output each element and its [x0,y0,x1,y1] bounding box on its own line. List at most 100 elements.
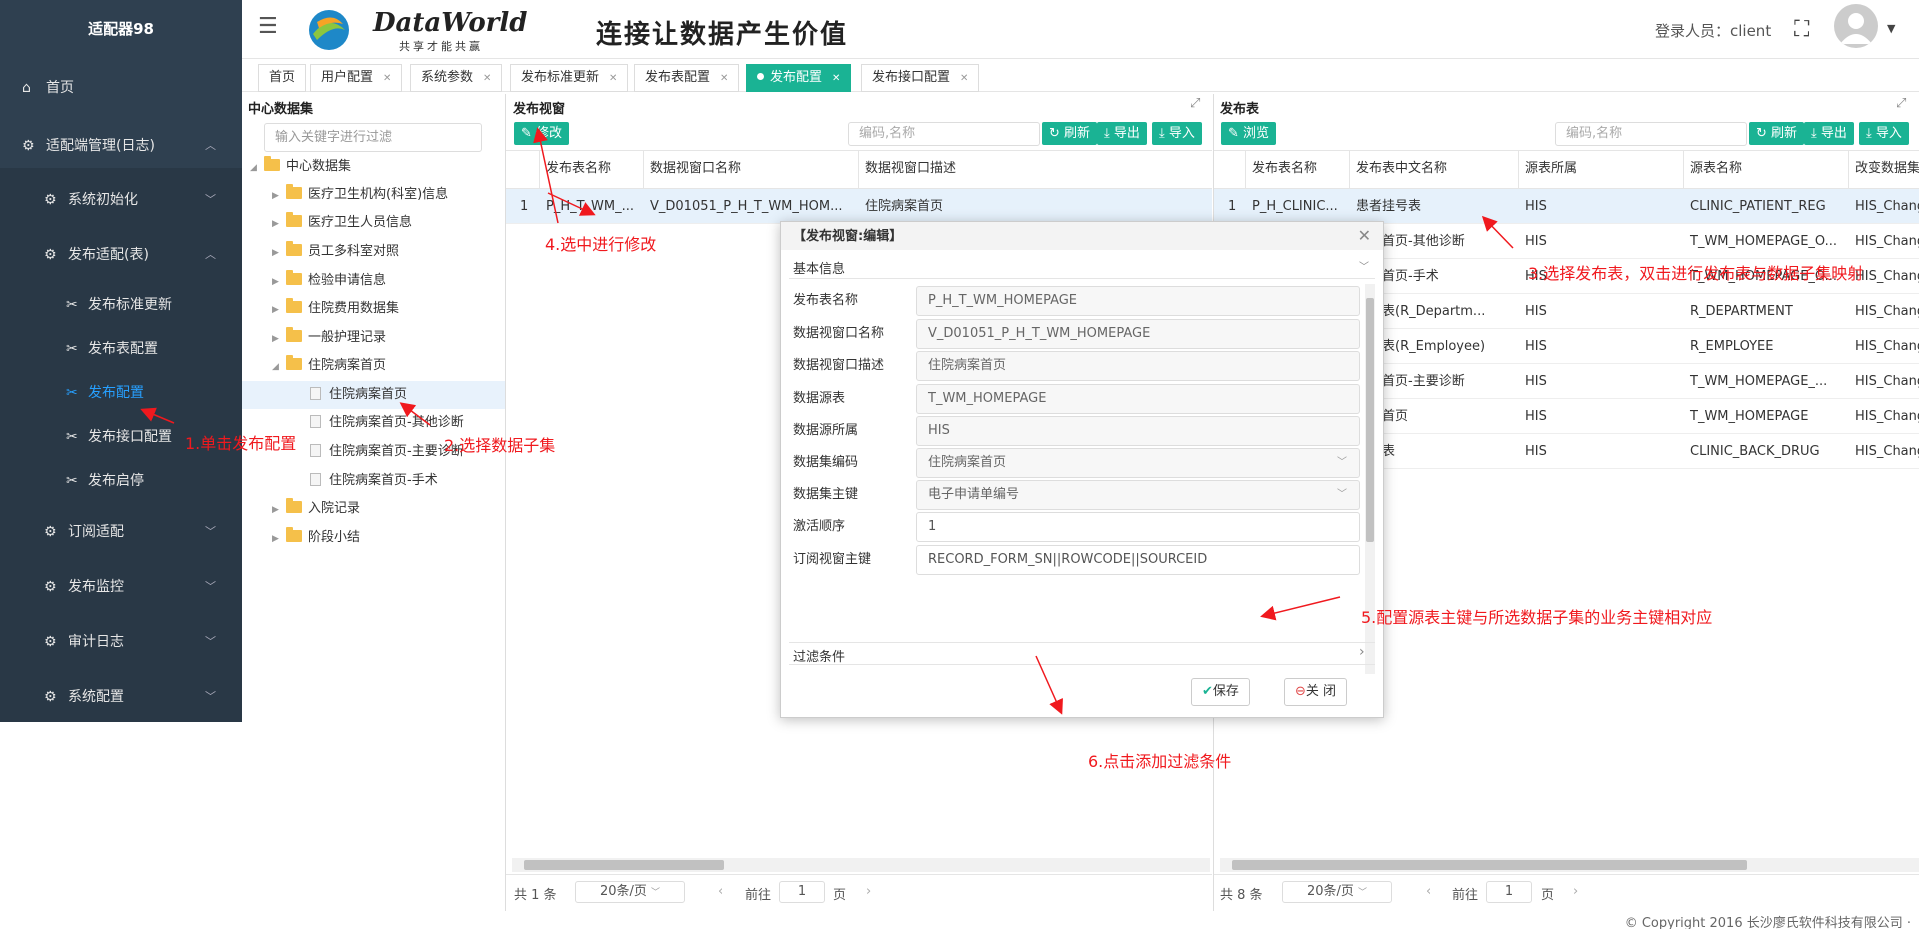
close-icon[interactable]: ✕ [832,73,840,84]
sidebar-item-init[interactable]: ⚙ 系统初始化 ﹀ [0,178,242,222]
tree-leaf[interactable]: 住院病案首页-手术 [310,467,438,495]
col-header[interactable]: 源表所属 [1519,150,1684,188]
menu-toggle-icon[interactable]: ☰ [258,14,278,39]
sidebar-item-publish-adapter[interactable]: ⚙ 发布适配(表) ︿ [0,233,242,277]
sidebar-item-subscribe[interactable]: ⚙ 订阅适配 ﹀ [0,510,242,554]
tab-sys-params[interactable]: 系统参数 ✕ [410,64,503,92]
tree-node[interactable]: ▶ 检验申请信息 [272,267,386,295]
tree-node[interactable]: ▶ 员工多科室对照 [272,238,399,266]
field-input[interactable]: V_D01051_P_H_T_WM_HOMEPAGE [916,319,1360,349]
page-unit: 页 [1541,888,1555,903]
sidebar-leaf-standard-update[interactable]: ✂ 发布标准更新 [0,285,242,325]
chevron-down-icon[interactable]: ﹀ [1359,258,1369,273]
section-basic[interactable]: 基本信息 [793,258,845,277]
tab-publish-config[interactable]: 发布配置 ✕ [746,64,852,92]
logo-subtitle: 共享才能共赢 [399,40,483,53]
chevron-right-icon[interactable]: › [1359,644,1365,660]
row-index: 1 [520,199,529,214]
close-icon[interactable]: ✕ [609,73,617,84]
tree-node[interactable]: ▶ 医疗卫生机构(科室)信息 [272,181,448,209]
sidebar-item-sysconfig[interactable]: ⚙ 系统配置 ﹀ [0,675,242,719]
sidebar-item-home[interactable]: ⌂ 首页 [0,66,242,110]
col-header[interactable]: 数据视窗口名称 [644,150,859,188]
section-filter[interactable]: 过滤条件 [793,646,845,665]
field-value: P_H_T_WM_HOMEPAGE [928,293,1078,308]
horizontal-scrollbar[interactable] [512,858,1210,872]
sidebar-group-adapter-mgmt[interactable]: ⚙ 适配端管理(日志) ︿ [0,124,242,168]
sidebar-item-audit[interactable]: ⚙ 审计日志 ﹀ [0,620,242,664]
tree-node[interactable]: ▶ 住院费用数据集 [272,295,399,323]
expand-icon[interactable]: ⤢ [1190,96,1200,111]
tree-leaf[interactable]: 住院病案首页-其他诊断 [310,409,464,437]
table-search-input[interactable]: 编码,名称 [1555,122,1747,146]
avatar[interactable] [1834,4,1878,48]
tree-node[interactable]: ▶ 阶段小结 [272,524,360,552]
export-button[interactable]: ⤓ 导出 [1804,122,1854,145]
close-icon[interactable]: ✕ [483,73,491,84]
field-input[interactable]: 住院病案首页 [916,351,1360,381]
col-header[interactable]: 源表名称 [1684,150,1849,188]
tree-filter-input[interactable]: 输入关键字进行过滤 [264,123,482,152]
tab-user-config[interactable]: 用户配置 ✕ [310,64,403,92]
tools-icon: ✂ [66,297,78,313]
field-select[interactable]: 电子申请单编号 ﹀ [916,480,1360,510]
prev-page-icon[interactable]: ‹ [1426,884,1431,899]
page-size-select[interactable]: 20条/页 ﹀ [1282,881,1392,903]
sidebar-item-monitor[interactable]: ⚙ 发布监控 ﹀ [0,565,242,609]
sidebar-leaf-start-stop[interactable]: ✂ 发布启停 [0,461,242,501]
folder-icon [286,241,302,256]
tree-node[interactable]: ▶ 医疗卫生人员信息 [272,209,412,237]
tab-interface-config[interactable]: 发布接口配置 ✕ [861,64,980,92]
field-input[interactable]: T_WM_HOMEPAGE [916,384,1360,414]
goto-label: 前往 [745,888,772,903]
tab-standard-update[interactable]: 发布标准更新 ✕ [510,64,629,92]
field-input[interactable]: P_H_T_WM_HOMEPAGE [916,286,1360,316]
close-button[interactable]: ⊖关 闭 [1284,678,1348,706]
browse-button[interactable]: ✎ 浏览 [1221,122,1277,145]
field-input[interactable]: RECORD_FORM_SN||ROWCODE||SOURCEID [916,545,1360,575]
expand-icon[interactable]: ⤢ [1896,96,1906,111]
col-header[interactable]: 改变数据集 [1849,150,1919,188]
close-icon[interactable]: ✕ [1358,226,1371,245]
prev-page-icon[interactable]: ‹ [718,884,723,899]
tree-leaf[interactable]: 住院病案首页-主要诊断 [310,438,464,466]
field-select[interactable]: 住院病案首页 ﹀ [916,448,1360,478]
page-size-select[interactable]: 20条/页 ﹀ [575,881,685,903]
tree-node[interactable]: ◢ 住院病案首页 [272,352,386,380]
sidebar-leaf-table-config[interactable]: ✂ 发布表配置 [0,329,242,369]
col-header[interactable]: 数据视窗口描述 [859,150,1212,188]
close-icon[interactable]: ✕ [720,73,728,84]
close-icon[interactable]: ✕ [383,73,391,84]
refresh-button[interactable]: ↻ 刷新 [1042,122,1098,145]
tree-root[interactable]: ◢ 中心数据集 [250,153,351,181]
save-button[interactable]: ✔保存 [1191,678,1250,706]
tab-home[interactable]: 首页 [258,64,307,92]
refresh-button[interactable]: ↻ 刷新 [1749,122,1805,145]
gear-icon: ⚙ [44,689,57,705]
close-icon[interactable]: ✕ [960,73,968,84]
table-cell: HIS_Chang [1855,409,1919,424]
field-input[interactable]: HIS [916,416,1360,446]
edit-button[interactable]: ✎ 修改 [514,122,570,145]
col-header[interactable]: 发布表名称 [1246,150,1350,188]
col-header[interactable]: 发布表中文名称 [1350,150,1519,188]
view-search-input[interactable]: 编码,名称 [848,122,1040,146]
next-page-icon[interactable]: › [1573,884,1578,899]
horizontal-scrollbar[interactable] [1220,858,1919,872]
tree-node[interactable]: ▶ 一般护理记录 [272,324,386,352]
tree-leaf-selected[interactable]: 住院病案首页 [242,381,505,409]
export-button[interactable]: ⤓ 导出 [1097,122,1147,145]
fullscreen-icon[interactable]: ⛶ [1794,17,1809,42]
import-button[interactable]: ⤓ 导入 [1152,122,1202,145]
caret-right-icon: ▶ [272,505,279,515]
page-input[interactable]: 1 [779,881,825,903]
tab-table-config[interactable]: 发布表配置 ✕ [634,64,740,92]
next-page-icon[interactable]: › [866,884,871,899]
field-input[interactable]: 1 [916,512,1360,542]
col-header[interactable]: 发布表名称 [540,150,644,188]
tree-node[interactable]: ▶ 入院记录 [272,495,360,523]
caret-down-icon[interactable]: ▼ [1887,22,1895,35]
sidebar-leaf-publish-config[interactable]: ✂ 发布配置 [0,373,242,413]
import-button[interactable]: ⤓ 导入 [1859,122,1909,145]
page-input[interactable]: 1 [1486,881,1532,903]
